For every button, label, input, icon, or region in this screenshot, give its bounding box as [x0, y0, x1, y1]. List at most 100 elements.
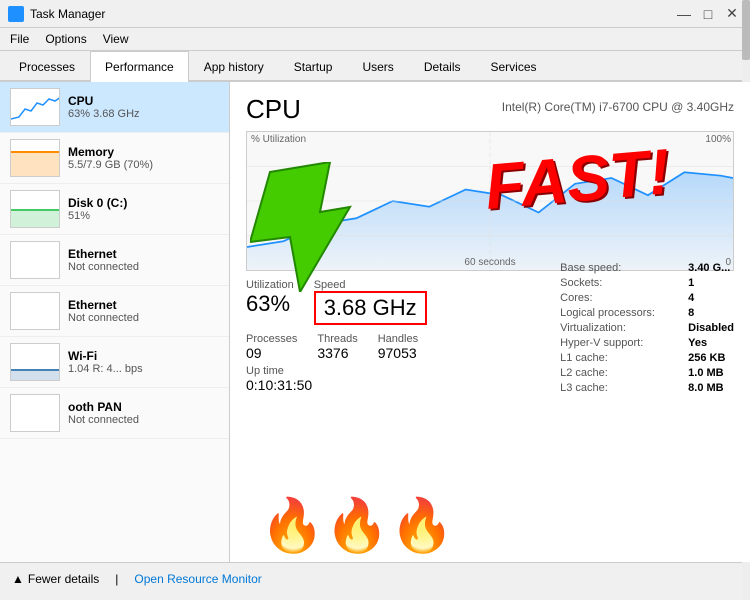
right-header: CPU Intel(R) Core(TM) i7-6700 CPU @ 3.40…: [246, 94, 734, 125]
left-panel: CPU 63% 3.68 GHz Memory 5.5/7.9 GB (70%)…: [0, 82, 230, 562]
tab-bar: Processes Performance App history Startu…: [0, 51, 750, 82]
memory-name: Memory: [68, 145, 219, 159]
flames-overlay: 🔥🔥🔥: [260, 500, 454, 552]
utilization-label: Utilization: [246, 279, 294, 291]
cpu-name: CPU: [68, 94, 219, 108]
window-controls: — □ ✕: [674, 4, 742, 24]
resource-memory[interactable]: Memory 5.5/7.9 GB (70%): [0, 133, 229, 184]
disk-name: Disk 0 (C:): [68, 196, 219, 210]
disk-info: Disk 0 (C:) 51%: [68, 196, 219, 222]
processes-value: 09: [246, 345, 297, 361]
info-val-l3: 8.0 MB: [688, 382, 723, 394]
ethernet1-info: Ethernet Not connected: [68, 247, 219, 273]
info-key-basespeed: Base speed:: [560, 262, 680, 274]
info-key-logical: Logical processors:: [560, 307, 680, 319]
memory-info: Memory 5.5/7.9 GB (70%): [68, 145, 219, 171]
ethernet2-info: Ethernet Not connected: [68, 298, 219, 324]
tab-processes[interactable]: Processes: [4, 51, 90, 82]
info-key-l2: L2 cache:: [560, 367, 680, 379]
bottom-divider: |: [115, 572, 118, 586]
resource-wifi[interactable]: Wi-Fi 1.04 R: 4... bps: [0, 337, 229, 388]
app-title: Task Manager: [30, 7, 105, 21]
utilization-stat: Utilization 63%: [246, 279, 294, 325]
ethernet2-name: Ethernet: [68, 298, 219, 312]
handles-label: Handles: [378, 333, 418, 345]
processes-stat: Processes 09: [246, 333, 297, 361]
info-val-l2: 1.0 MB: [688, 367, 723, 379]
info-val-hyperv: Yes: [688, 337, 707, 349]
wifi-info: Wi-Fi 1.04 R: 4... bps: [68, 349, 219, 375]
app-icon: [8, 6, 24, 22]
wifi-thumbnail: [10, 343, 60, 381]
info-val-l1: 256 KB: [688, 352, 725, 364]
cpu-info: CPU 63% 3.68 GHz: [68, 94, 219, 120]
tab-services[interactable]: Services: [476, 51, 552, 82]
tab-details[interactable]: Details: [409, 51, 476, 82]
tab-startup[interactable]: Startup: [279, 51, 348, 82]
info-row-cores: Cores: 4: [560, 292, 734, 304]
tab-app-history[interactable]: App history: [189, 51, 279, 82]
right-title: CPU: [246, 94, 301, 125]
info-val-logical: 8: [688, 307, 694, 319]
info-table: Base speed: 3.40 G... Sockets: 1 Cores: …: [560, 262, 734, 397]
bottom-bar: ▲ Fewer details | Open Resource Monitor: [0, 562, 750, 594]
info-row-basespeed: Base speed: 3.40 G...: [560, 262, 734, 274]
chart-y-label: % Utilization: [251, 134, 306, 145]
info-row-logical: Logical processors: 8: [560, 307, 734, 319]
disk-sub: 51%: [68, 210, 219, 222]
close-button[interactable]: ✕: [722, 4, 742, 24]
chevron-down-icon: ▲: [12, 572, 24, 586]
info-row-l2: L2 cache: 1.0 MB: [560, 367, 734, 379]
chart-100-label: 100%: [705, 134, 731, 145]
info-row-l3: L3 cache: 8.0 MB: [560, 382, 734, 394]
speed-label: Speed: [314, 279, 427, 291]
chart-svg: [247, 132, 733, 270]
speed-stat: Speed 3.68 GHz: [314, 279, 427, 325]
info-val-cores: 4: [688, 292, 694, 304]
threads-value: 3376: [317, 345, 357, 361]
ethernet1-thumbnail: [10, 241, 60, 279]
info-val-virtualization: Disabled: [688, 322, 734, 334]
bluetooth-sub: Not connected: [68, 414, 219, 426]
resource-cpu[interactable]: CPU 63% 3.68 GHz: [0, 82, 229, 133]
menu-options[interactable]: Options: [41, 30, 90, 48]
title-bar: Task Manager — □ ✕: [0, 0, 750, 28]
info-key-hyperv: Hyper-V support:: [560, 337, 680, 349]
maximize-button[interactable]: □: [698, 4, 718, 24]
info-val-basespeed: 3.40 G...: [688, 262, 730, 274]
info-row-l1: L1 cache: 256 KB: [560, 352, 734, 364]
uptime-value: 0:10:31:50: [246, 377, 312, 393]
main-content: CPU 63% 3.68 GHz Memory 5.5/7.9 GB (70%)…: [0, 82, 750, 562]
utilization-value: 63%: [246, 291, 294, 317]
menu-file[interactable]: File: [6, 30, 33, 48]
tab-users[interactable]: Users: [347, 51, 408, 82]
fewer-details-label: Fewer details: [28, 572, 99, 586]
cpu-sub: 63% 3.68 GHz: [68, 108, 219, 120]
uptime-stat: Up time 0:10:31:50: [246, 365, 312, 393]
chart-time-label: 60 seconds: [464, 257, 515, 268]
wifi-sub: 1.04 R: 4... bps: [68, 363, 219, 375]
memory-sub: 5.5/7.9 GB (70%): [68, 159, 219, 171]
uptime-label: Up time: [246, 365, 312, 377]
info-key-virtualization: Virtualization:: [560, 322, 680, 334]
resource-ethernet2[interactable]: Ethernet Not connected: [0, 286, 229, 337]
speed-value: 3.68 GHz: [314, 291, 427, 325]
resource-bluetooth[interactable]: ooth PAN Not connected: [0, 388, 229, 439]
right-panel: CPU Intel(R) Core(TM) i7-6700 CPU @ 3.40…: [230, 82, 750, 562]
fewer-details-button[interactable]: ▲ Fewer details: [12, 572, 99, 586]
threads-stat: Threads 3376: [317, 333, 357, 361]
cpu-thumbnail: [10, 88, 60, 126]
open-resource-monitor-link[interactable]: Open Resource Monitor: [134, 572, 261, 586]
ethernet2-sub: Not connected: [68, 312, 219, 324]
threads-label: Threads: [317, 333, 357, 345]
resource-ethernet1[interactable]: Ethernet Not connected: [0, 235, 229, 286]
info-key-sockets: Sockets:: [560, 277, 680, 289]
handles-value: 97053: [378, 345, 418, 361]
memory-thumbnail: [10, 139, 60, 177]
ethernet1-sub: Not connected: [68, 261, 219, 273]
info-key-cores: Cores:: [560, 292, 680, 304]
resource-disk[interactable]: Disk 0 (C:) 51%: [0, 184, 229, 235]
minimize-button[interactable]: —: [674, 4, 694, 24]
menu-view[interactable]: View: [99, 30, 133, 48]
tab-performance[interactable]: Performance: [90, 51, 189, 82]
